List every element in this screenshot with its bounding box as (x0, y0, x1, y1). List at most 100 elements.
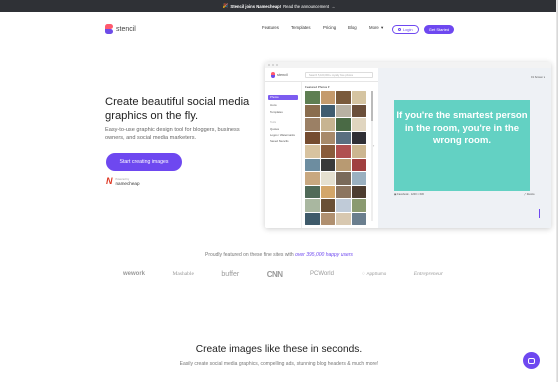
photo-search-input[interactable]: Search 5,100,000+ royalty free photos (305, 72, 373, 78)
photos-dropdown[interactable]: Featured Photos ▾ (305, 85, 330, 89)
nav-templates[interactable]: Templates (291, 25, 311, 30)
photo-thumbnail[interactable] (336, 172, 351, 185)
photo-thumbnail[interactable] (320, 104, 335, 117)
wework-logo: wework (123, 271, 146, 277)
sidebar-heading-tools: Tools (270, 121, 277, 124)
arrow-right-icon: → (331, 3, 336, 9)
photo-thumbnail[interactable] (305, 185, 320, 198)
photo-thumbnail[interactable] (320, 199, 335, 212)
nav-features[interactable]: Features (262, 25, 279, 30)
photo-thumbnail[interactable] (336, 185, 351, 198)
photo-thumbnail[interactable] (305, 199, 320, 212)
collapse-arrow-icon[interactable]: ‹ (373, 143, 374, 148)
photos-scrollbar[interactable] (371, 91, 373, 221)
featured-highlight: over 395,000 happy users (295, 252, 353, 258)
sidebar-item-icons[interactable]: Icons (270, 103, 277, 107)
pcworld-logo: PCWorld (310, 271, 334, 277)
photo-thumbnail[interactable] (351, 185, 366, 198)
hero-title: Create beautiful social media graphics o… (105, 96, 250, 122)
get-started-button[interactable]: Get Started (424, 24, 454, 34)
photo-thumbnail[interactable] (305, 118, 320, 131)
login-button[interactable]: Login (392, 24, 419, 34)
featured-text: Proudly featured on these fine sites wit… (0, 252, 557, 258)
fit-screen-dropdown[interactable]: Fit Screen ▾ (531, 76, 545, 79)
photo-thumbnail[interactable] (351, 172, 366, 185)
nav-pricing[interactable]: Pricing (323, 25, 336, 30)
hero-subtitle: Easy-to-use graphic design tool for blog… (105, 127, 240, 141)
namecheap-logo-icon: N (106, 176, 113, 186)
page: 🎉 Stencil joins Namecheap! Read the anno… (0, 0, 558, 382)
stencil-logo-icon (105, 24, 113, 34)
photos-panel: Featured Photos ▾ (305, 82, 375, 228)
photo-thumbnail[interactable] (320, 172, 335, 185)
buffer-logo: buffer (221, 270, 240, 278)
sidebar-item-templates[interactable]: Templates (270, 110, 283, 114)
announcement-bold: Stencil joins Namecheap! (230, 3, 282, 9)
app-preview: stencil Search 5,100,000+ royalty free p… (265, 62, 551, 228)
mashable-logo: Mashable (172, 271, 194, 277)
photo-thumbnail[interactable] (336, 104, 351, 117)
photo-thumbnail[interactable] (320, 131, 335, 144)
window-dot-icon (272, 64, 274, 66)
start-creating-button[interactable]: Start creating images (106, 153, 182, 171)
photo-thumbnail[interactable] (351, 199, 366, 212)
photo-thumbnail[interactable] (320, 91, 335, 104)
photo-thumbnail[interactable] (305, 91, 320, 104)
photo-thumbnail[interactable] (336, 145, 351, 158)
photo-thumbnail[interactable] (351, 118, 366, 131)
sidebar-item-quotes[interactable]: Quotes (270, 127, 279, 131)
photo-thumbnail[interactable] (320, 145, 335, 158)
sidebar-item-saved[interactable]: Saved Stencils (270, 139, 289, 143)
photo-thumbnail[interactable] (351, 145, 366, 158)
window-dot-icon (276, 64, 278, 66)
announcement-bar[interactable]: 🎉 Stencil joins Namecheap! Read the anno… (0, 0, 557, 12)
canvas-area: Fit Screen ▾ If you're the smartest pers… (378, 68, 551, 228)
login-icon (398, 27, 402, 31)
photo-thumbnail[interactable] (320, 212, 335, 225)
photo-grid (305, 91, 367, 225)
photo-thumbnail[interactable] (336, 91, 351, 104)
nav-more[interactable]: More (369, 25, 379, 30)
photo-thumbnail[interactable] (336, 118, 351, 131)
photo-thumbnail[interactable] (351, 131, 366, 144)
stencil-logo[interactable]: stencil (105, 24, 136, 34)
photo-thumbnail[interactable] (336, 212, 351, 225)
canvas-size-label: ▣ Facebook · 1200 × 630 (394, 193, 424, 196)
design-canvas[interactable]: If you're the smartest person in the roo… (394, 100, 530, 191)
press-logos: wework Mashable buffer CNN PCWorld ♢ App… (123, 268, 443, 280)
photo-thumbnail[interactable] (305, 158, 320, 171)
photo-thumbnail[interactable] (336, 158, 351, 171)
stencil-logo-icon (271, 72, 275, 78)
photo-thumbnail[interactable] (351, 91, 366, 104)
entrepreneur-logo: Entrepreneur (413, 271, 443, 277)
nav-blog[interactable]: Blog (348, 25, 357, 30)
chat-bubble-icon (528, 357, 535, 364)
namecheap-badge[interactable]: N Powered by namecheap (106, 177, 140, 186)
photo-thumbnail[interactable] (336, 199, 351, 212)
logo-text: stencil (116, 25, 136, 33)
appsumo-logo: ♢ AppSumo (361, 271, 387, 276)
window-dot-icon (268, 64, 270, 66)
chat-button[interactable] (523, 352, 540, 369)
photo-thumbnail[interactable] (351, 158, 366, 171)
photo-thumbnail[interactable] (336, 131, 351, 144)
photo-thumbnail[interactable] (305, 212, 320, 225)
photo-thumbnail[interactable] (305, 172, 320, 185)
photo-thumbnail[interactable] (305, 145, 320, 158)
section-subtitle: Easily create social media graphics, com… (179, 361, 379, 367)
sidebar-item-photos[interactable]: Photos (268, 95, 298, 100)
photo-thumbnail[interactable] (305, 131, 320, 144)
photo-thumbnail[interactable] (305, 104, 320, 117)
photo-thumbnail[interactable] (351, 104, 366, 117)
announcement-link[interactable]: Read the announcement (283, 4, 329, 9)
namecheap-name: namecheap (115, 180, 140, 186)
cnn-logo: CNN (266, 269, 283, 279)
photo-thumbnail[interactable] (320, 158, 335, 171)
photo-thumbnail[interactable] (320, 118, 335, 131)
login-label: Login (402, 26, 413, 32)
photo-thumbnail[interactable] (320, 185, 335, 198)
featured-prefix: Proudly featured on these fine sites wit… (205, 252, 294, 258)
photo-thumbnail[interactable] (351, 212, 366, 225)
sidebar-item-logos[interactable]: Logos / Watermarks (270, 133, 295, 137)
resize-button[interactable]: ⤢ Resize (524, 193, 535, 196)
